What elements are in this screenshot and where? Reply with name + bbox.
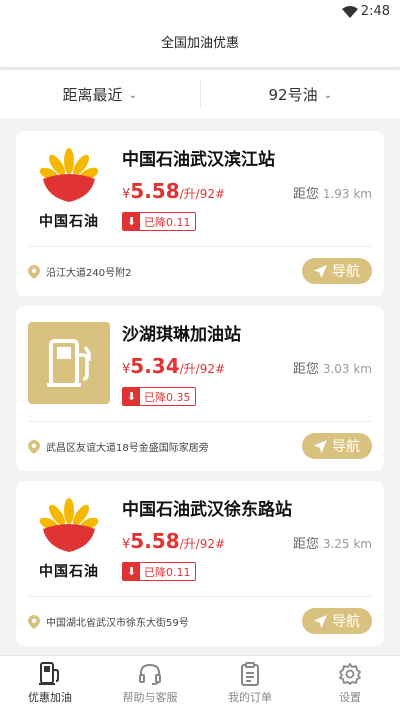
gas-pump-icon — [47, 339, 91, 387]
location-pin-icon — [28, 439, 40, 454]
price-row: ¥5.58/升/92# — [122, 529, 225, 553]
navigate-button[interactable]: 导航 — [302, 608, 372, 634]
chevron-down-icon: ⌄ — [323, 89, 332, 101]
tab-help[interactable]: 帮助与客服 — [100, 656, 200, 710]
tab-discount-fuel[interactable]: 优惠加油 — [0, 656, 100, 710]
address-text: 武昌区友谊大道18号金盛国际家居旁 — [46, 443, 209, 454]
navigate-button[interactable]: 导航 — [302, 258, 372, 284]
navigate-label: 导航 — [332, 264, 360, 280]
divider — [28, 246, 372, 247]
divider — [28, 596, 372, 597]
discount-text: 已降0.35 — [144, 390, 191, 404]
bottom-nav: 优惠加油 帮助与客服 我的订单 设置 — [0, 655, 400, 710]
station-card[interactable]: 中国石油 中国石油武汉滨江站 ¥5.58/升/92# 距您 1.93 km ⬇ 已… — [16, 131, 384, 296]
station-card[interactable]: 中国石油 中国石油武汉徐东路站 ¥5.58/升/92# 距您 3.25 km ⬇ … — [16, 481, 384, 646]
filter-bar: 距离最近 ⌄ 92号油 ⌄ — [0, 70, 400, 118]
tab-label: 我的订单 — [228, 690, 272, 704]
status-bar: 2:48 — [0, 0, 400, 24]
clipboard-icon — [241, 661, 259, 686]
address-text: 中国湖北省武汉市徐东大街59号 — [46, 618, 189, 629]
sort-filter-label: 距离最近 — [62, 85, 123, 104]
cnpc-petal-icon — [39, 498, 99, 552]
discount-text: 已降0.11 — [144, 565, 191, 579]
station-name: 中国石油武汉徐东路站 — [122, 500, 292, 520]
headset-icon — [139, 663, 161, 685]
station-name: 沙湖琪琳加油站 — [122, 325, 241, 345]
distance: 距您 3.25 km — [293, 533, 372, 552]
navigate-button[interactable]: 导航 — [302, 433, 372, 459]
cnpc-petal-icon — [39, 148, 99, 202]
tab-label: 设置 — [339, 690, 361, 704]
brand-text: 中国石油 — [39, 214, 99, 230]
station-name: 中国石油武汉滨江站 — [122, 150, 275, 170]
discount-badge: ⬇ 已降0.11 — [122, 212, 196, 231]
price-row: ¥5.34/升/92# — [122, 354, 225, 378]
page-title: 全国加油优惠 — [160, 36, 239, 51]
distance-label: 距您 — [292, 537, 319, 552]
address: 武昌区友谊大道18号金盛国际家居旁 — [28, 439, 209, 454]
tab-label: 帮助与客服 — [122, 690, 178, 704]
navigate-label: 导航 — [332, 614, 360, 630]
gas-pump-icon — [39, 661, 59, 685]
discount-text: 已降0.11 — [144, 215, 191, 229]
distance: 距您 3.03 km — [293, 358, 372, 377]
tab-orders[interactable]: 我的订单 — [200, 656, 300, 710]
navigation-arrow-icon — [314, 264, 327, 278]
price-value: 5.58 — [130, 529, 180, 553]
price-value: 5.58 — [130, 179, 180, 203]
price-unit: /升/92# — [179, 362, 226, 376]
chevron-down-icon: ⌄ — [128, 89, 137, 101]
wifi-icon — [342, 6, 358, 18]
app-bar: 全国加油优惠 — [0, 24, 400, 68]
down-arrow-icon: ⬇ — [123, 388, 140, 405]
down-arrow-icon: ⬇ — [123, 213, 140, 230]
navigate-label: 导航 — [332, 439, 360, 455]
price-row: ¥5.58/升/92# — [122, 179, 225, 203]
tab-label: 优惠加油 — [28, 690, 72, 704]
price-value: 5.34 — [130, 354, 180, 378]
distance-value: 3.25 km — [322, 537, 372, 551]
station-card[interactable]: 沙湖琪琳加油站 ¥5.34/升/92# 距您 3.03 km ⬇ 已降0.35 武… — [16, 306, 384, 471]
status-time: 2:48 — [360, 4, 390, 19]
address-text: 沿江大道240号附2 — [46, 268, 132, 279]
fuel-type-filter-label: 92号油 — [268, 85, 318, 104]
address: 沿江大道240号附2 — [28, 264, 131, 279]
distance-label: 距您 — [292, 362, 319, 377]
divider — [28, 421, 372, 422]
distance-label: 距您 — [292, 187, 319, 202]
location-pin-icon — [28, 614, 40, 629]
brand-text: 中国石油 — [39, 564, 99, 580]
gear-icon — [339, 662, 361, 685]
navigation-arrow-icon — [314, 614, 327, 628]
distance: 距您 1.93 km — [293, 183, 372, 202]
price-unit: /升/92# — [179, 187, 226, 201]
navigation-arrow-icon — [314, 439, 327, 453]
discount-badge: ⬇ 已降0.35 — [122, 387, 196, 406]
sort-filter[interactable]: 距离最近 ⌄ — [0, 84, 200, 105]
cnpc-logo: 中国石油 — [28, 497, 110, 580]
distance-value: 1.93 km — [322, 187, 372, 201]
tab-settings[interactable]: 设置 — [300, 656, 400, 710]
gas-station-logo — [28, 322, 110, 404]
cnpc-logo: 中国石油 — [28, 147, 110, 230]
discount-badge: ⬇ 已降0.11 — [122, 562, 196, 581]
fuel-type-filter[interactable]: 92号油 ⌄ — [201, 84, 400, 105]
down-arrow-icon: ⬇ — [123, 563, 140, 580]
location-pin-icon — [28, 264, 40, 279]
price-unit: /升/92# — [179, 537, 226, 551]
address: 中国湖北省武汉市徐东大街59号 — [28, 614, 189, 629]
distance-value: 3.03 km — [322, 362, 372, 376]
